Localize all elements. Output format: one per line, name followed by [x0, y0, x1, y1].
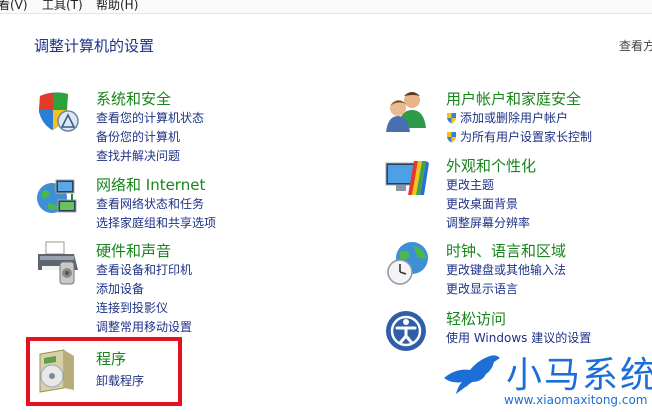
link-add-remove-accounts[interactable]: 添加或删除用户帐户: [446, 109, 568, 126]
link-screen-resolution[interactable]: 调整屏幕分辨率: [446, 214, 530, 231]
menu-bar: 看(V) 工具(T) 帮助(H): [0, 0, 652, 14]
category-title-network-internet[interactable]: 网络和 Internet: [96, 174, 205, 195]
link-add-device[interactable]: 添加设备: [96, 280, 144, 297]
globe-network-icon: [37, 179, 77, 213]
link-backup-computer[interactable]: 备份您的计算机: [96, 128, 180, 145]
link-change-theme[interactable]: 更改主题: [446, 176, 494, 193]
category-title-user-accounts[interactable]: 用户帐户和家庭安全: [446, 88, 581, 109]
link-devices-printers[interactable]: 查看设备和打印机: [96, 261, 192, 278]
horse-logo-icon: [444, 355, 500, 394]
watermark-brand: 小马系统: [506, 355, 652, 396]
link-change-display-language[interactable]: 更改显示语言: [446, 280, 518, 297]
globe-clock-icon: [387, 242, 428, 285]
shield-icon: [39, 92, 79, 132]
menu-tools[interactable]: 工具(T): [42, 0, 83, 13]
link-desktop-background[interactable]: 更改桌面背景: [446, 195, 518, 212]
category-title-appearance[interactable]: 外观和个性化: [446, 155, 536, 176]
watermark: 小马系统 www.xiaomaxitong.com: [442, 342, 652, 412]
link-view-network-status[interactable]: 查看网络状态和任务: [96, 195, 204, 212]
users-icon: [386, 92, 426, 132]
uac-shield-icon: [447, 132, 456, 143]
ease-of-access-icon: [386, 311, 426, 351]
page-title: 调整计算机的设置: [34, 37, 155, 55]
monitor-palette-icon: [385, 161, 429, 195]
watermark-url: www.xiaomaxitong.com: [504, 393, 648, 407]
category-title-hardware-sound[interactable]: 硬件和声音: [96, 240, 171, 261]
link-parental-controls-label: 为所有用户设置家长控制: [460, 130, 593, 144]
link-troubleshoot[interactable]: 查找并解决问题: [96, 147, 180, 164]
category-title-clock-region[interactable]: 时钟、语言和区域: [446, 240, 566, 261]
link-change-keyboard[interactable]: 更改键盘或其他输入法: [446, 261, 566, 278]
link-add-remove-accounts-label: 添加或删除用户帐户: [460, 111, 569, 125]
category-title-system-security[interactable]: 系统和安全: [96, 88, 171, 109]
link-connect-projector[interactable]: 连接到投影仪: [96, 299, 168, 316]
menu-view[interactable]: 看(V): [0, 0, 28, 13]
link-parental-controls[interactable]: 为所有用户设置家长控制: [446, 128, 592, 145]
link-mobility-settings[interactable]: 调整常用移动设置: [96, 318, 192, 335]
printer-icon: [38, 241, 78, 285]
view-by-label[interactable]: 查看方: [619, 37, 652, 54]
highlight-box: [26, 337, 182, 406]
uac-shield-icon: [447, 113, 456, 124]
category-title-ease-of-access[interactable]: 轻松访问: [446, 308, 506, 329]
link-view-computer-status[interactable]: 查看您的计算机状态: [96, 109, 204, 126]
link-homegroup-sharing[interactable]: 选择家庭组和共享选项: [96, 214, 216, 231]
menu-help[interactable]: 帮助(H): [96, 0, 138, 13]
